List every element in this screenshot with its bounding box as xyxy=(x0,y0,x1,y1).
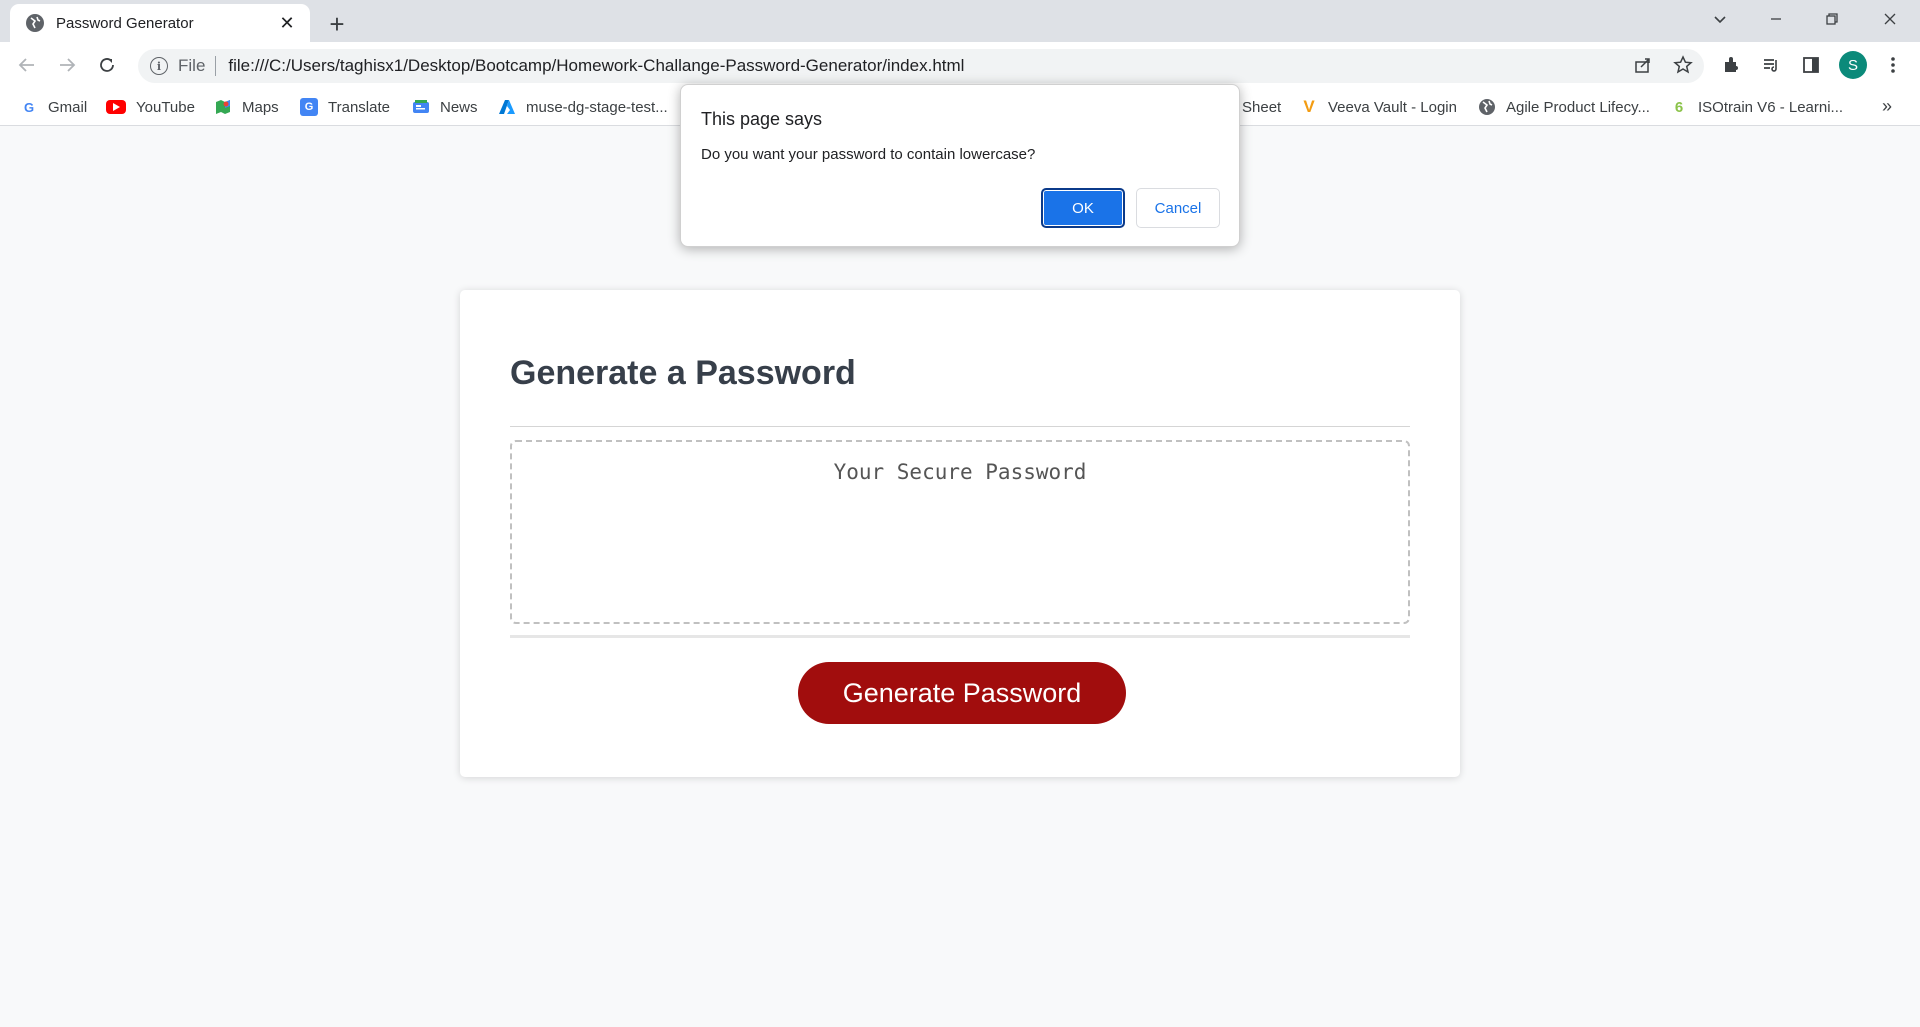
reload-icon[interactable] xyxy=(92,50,122,80)
info-icon[interactable]: i xyxy=(150,57,168,75)
translate-icon: G xyxy=(300,98,318,116)
bookmark-muse[interactable]: muse-dg-stage-test... xyxy=(498,96,668,118)
back-icon[interactable] xyxy=(12,50,42,80)
address-bar[interactable]: i File file:///C:/Users/taghisx1/Desktop… xyxy=(138,49,1704,83)
azure-icon xyxy=(498,98,516,116)
dialog-title: This page says xyxy=(701,109,823,129)
page-title: Generate a Password xyxy=(510,354,856,392)
bookmark-label: Gmail xyxy=(48,98,88,116)
extensions-icon[interactable] xyxy=(1716,50,1746,80)
bookmark-label: ISOtrain V6 - Learni... xyxy=(1698,98,1844,116)
youtube-icon xyxy=(106,100,126,114)
bookmark-label: muse-dg-stage-test... xyxy=(526,98,668,116)
tab-strip: Password Generator ✕ + xyxy=(0,0,1920,42)
close-window-icon[interactable] xyxy=(1866,0,1914,38)
minimize-icon[interactable] xyxy=(1752,0,1800,38)
bookmark-sheet[interactable]: Sheet xyxy=(1242,96,1281,118)
tab-close-icon[interactable]: ✕ xyxy=(276,12,298,34)
page-viewport: Generate a Password Generate Password xyxy=(0,127,1920,1027)
bookmark-label: YouTube xyxy=(136,98,195,116)
news-icon xyxy=(412,98,430,116)
bookmark-gmail[interactable]: G Gmail xyxy=(20,96,87,118)
bookmark-label: Maps xyxy=(242,98,279,116)
browser-toolbar: i File file:///C:/Users/taghisx1/Desktop… xyxy=(0,42,1920,88)
alert-dialog: This page says Do you want your password… xyxy=(680,84,1240,247)
bookmark-maps[interactable]: Maps xyxy=(214,96,279,118)
bookmark-star-icon[interactable] xyxy=(1668,50,1698,80)
profile-avatar[interactable]: S xyxy=(1839,51,1867,79)
bookmark-label: Sheet xyxy=(1242,98,1282,116)
bookmark-news[interactable]: News xyxy=(412,96,478,118)
isotrain-icon: 6 xyxy=(1674,98,1684,116)
forward-icon[interactable] xyxy=(52,50,82,80)
bookmark-agile[interactable]: Agile Product Lifecy... xyxy=(1478,96,1650,118)
tab-title: Password Generator xyxy=(56,14,194,32)
bookmark-translate[interactable]: G Translate xyxy=(300,96,390,118)
bookmark-label: Agile Product Lifecy... xyxy=(1506,98,1650,116)
card-footer-divider xyxy=(510,635,1410,638)
restore-icon[interactable] xyxy=(1808,0,1856,38)
globe-icon xyxy=(1478,98,1496,116)
maps-icon xyxy=(214,98,232,116)
address-divider xyxy=(215,56,217,76)
bookmark-veeva[interactable]: V Veeva Vault - Login xyxy=(1300,96,1457,118)
bookmark-youtube[interactable]: YouTube xyxy=(106,96,195,118)
card-header-divider xyxy=(510,426,1410,427)
dialog-message: Do you want your password to contain low… xyxy=(701,146,1036,163)
reading-list-icon[interactable] xyxy=(1756,50,1786,80)
dialog-ok-button[interactable]: OK xyxy=(1041,188,1125,228)
share-icon[interactable] xyxy=(1628,50,1658,80)
address-scheme-label: File xyxy=(178,56,206,75)
password-card: Generate a Password Generate Password xyxy=(460,290,1460,777)
globe-icon xyxy=(26,14,44,32)
address-url[interactable]: file:///C:/Users/taghisx1/Desktop/Bootca… xyxy=(228,56,964,76)
password-output[interactable] xyxy=(510,440,1410,624)
side-panel-icon[interactable] xyxy=(1796,50,1826,80)
dialog-cancel-button[interactable]: Cancel xyxy=(1136,188,1220,228)
bookmark-label: Translate xyxy=(328,98,390,116)
more-bookmarks-icon[interactable]: » xyxy=(1882,96,1892,117)
bookmark-label: News xyxy=(440,98,478,116)
google-icon: G xyxy=(23,99,35,115)
menu-kebab-icon[interactable] xyxy=(1878,50,1908,80)
tab-search-icon[interactable] xyxy=(1696,0,1744,38)
browser-tab[interactable]: Password Generator ✕ xyxy=(10,4,310,42)
bookmark-isotrain[interactable]: 6 ISOtrain V6 - Learni... xyxy=(1670,96,1843,118)
generate-password-button[interactable]: Generate Password xyxy=(798,662,1126,724)
bookmark-label: Veeva Vault - Login xyxy=(1328,98,1457,116)
new-tab-button[interactable]: + xyxy=(322,9,352,39)
veeva-icon: V xyxy=(1303,97,1315,116)
